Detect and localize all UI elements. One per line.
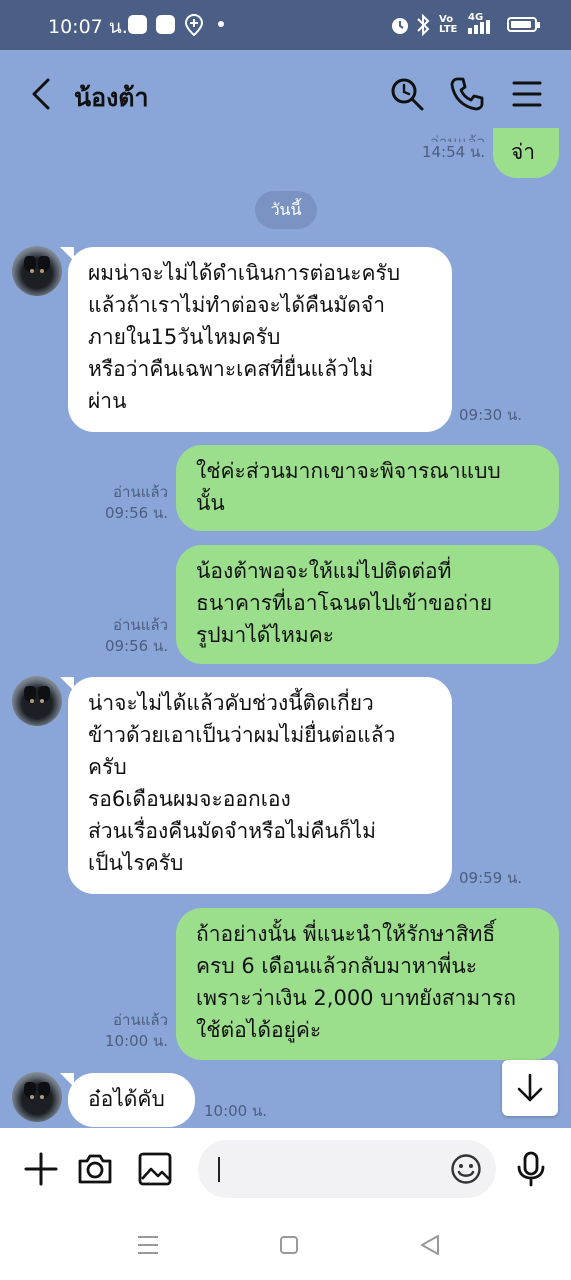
phone-icon[interactable]	[449, 76, 485, 112]
message-text: ใช้ต่อได้อยู่ค่ะ	[196, 1018, 322, 1042]
message-text: นั้น	[196, 491, 225, 515]
message-meta: อ่านแล้ว 09:56 น.	[105, 615, 168, 657]
back-icon[interactable]	[28, 77, 54, 111]
app-icon-1	[128, 15, 147, 34]
avatar[interactable]	[12, 1072, 62, 1122]
bluetooth-icon	[417, 13, 430, 37]
message-bubble-outgoing[interactable]: น้องต้าพอจะให้แม่ไปติดต่อที่ ธนาคารที่เอ…	[176, 545, 559, 664]
plus-icon[interactable]	[22, 1150, 60, 1188]
avatar[interactable]	[12, 676, 62, 726]
image-icon[interactable]	[136, 1150, 174, 1188]
message-meta: อ่านแล้ว 09:56 น.	[105, 482, 168, 524]
chat-area[interactable]: อ่านแล้ว 14:54 น. จ่า วันนี้ ผมน่าจะไม่ไ…	[0, 128, 571, 1128]
message-time: 09:56 น.	[104, 504, 168, 522]
location-icon	[185, 14, 203, 36]
notification-dot	[218, 21, 224, 27]
menu-icon[interactable]	[509, 76, 545, 112]
message-text: ธนาคารที่เอาโฉนดไปเข้าขอถ่าย	[196, 591, 493, 615]
nav-back-icon[interactable]	[419, 1234, 441, 1256]
message-time: 14:54 น.	[421, 143, 485, 161]
battery-icon	[507, 17, 540, 32]
message-bubble-outgoing[interactable]: ถ้าอย่างนั้น พี่แนะนำให้รักษาสิทธิ์ ครบ …	[176, 908, 559, 1060]
message-text: เพราะว่าเงิน 2,000 บาทยังสามารถ	[196, 986, 516, 1010]
arrow-down-icon	[517, 1073, 543, 1102]
message-text: เป็นไรครับ	[88, 851, 184, 875]
avatar[interactable]	[12, 246, 62, 296]
read-receipt: อ่านแล้ว	[113, 1011, 168, 1029]
message-bubble-incoming[interactable]: น่าจะไม่ได้แล้วคับช่วงนี้ติดเกี่ยว ข้าวด…	[60, 677, 452, 894]
read-receipt: อ่านแล้ว	[113, 483, 168, 501]
alarm-icon	[392, 18, 408, 34]
message-text: ผมน่าจะไม่ได้ดำเนินการต่อนะครับ	[88, 261, 401, 285]
message-text: ครับ	[88, 755, 127, 779]
message-text: รอ6เดือนผมจะออกเอง	[88, 787, 291, 811]
message-time: 09:56 น.	[104, 637, 168, 655]
message-time: 10:00 น.	[204, 1102, 268, 1120]
message-text: หรือว่าคืนเฉพาะเคสที่ยื่นแล้วไม่	[88, 357, 374, 381]
chat-title[interactable]: น้องต้า	[74, 78, 149, 118]
message-text: แล้วถ้าเราไม่ทำต่อจะได้คืนมัดจำ	[88, 293, 386, 317]
message-time: 09:30 น.	[459, 406, 523, 424]
message-text: ถ้าอย่างนั้น พี่แนะนำให้รักษาสิทธิ์	[196, 922, 496, 946]
message-text: น่าจะไม่ได้แล้วคับช่วงนี้ติดเกี่ยว	[88, 691, 374, 715]
message-meta: อ่านแล้ว 10:00 น.	[105, 1010, 168, 1052]
microphone-icon[interactable]	[512, 1150, 550, 1188]
message-text: ผ่าน	[88, 389, 127, 413]
message-text: จ่า	[511, 140, 536, 164]
text-caret	[218, 1157, 220, 1182]
app-icon-2	[156, 15, 175, 34]
message-time: 09:59 น.	[459, 869, 523, 887]
date-divider: วันนี้	[255, 191, 317, 229]
recent-apps-icon[interactable]	[137, 1235, 159, 1255]
search-icon[interactable]	[389, 76, 425, 112]
message-bubble-incoming[interactable]: อ๋อได้คับ	[60, 1073, 195, 1127]
chat-header: น้องต้า	[0, 50, 571, 138]
message-bubble-outgoing[interactable]: จ่า	[493, 128, 559, 178]
home-icon[interactable]	[279, 1235, 299, 1255]
message-time: 10:00 น.	[104, 1032, 168, 1050]
signal-icon	[468, 20, 490, 34]
emoji-icon[interactable]	[450, 1153, 482, 1185]
message-bubble-incoming[interactable]: ผมน่าจะไม่ได้ดำเนินการต่อนะครับ แล้วถ้าเ…	[60, 247, 452, 432]
message-composer	[0, 1128, 571, 1210]
volte-icon: Vo LTE	[439, 14, 458, 35]
system-nav-bar	[0, 1210, 571, 1280]
read-receipt: อ่านแล้ว	[430, 133, 485, 142]
message-input[interactable]	[198, 1140, 496, 1198]
message-bubble-outgoing[interactable]: ใช่ค่ะส่วนมากเขาจะพิจารณาแบบ นั้น	[176, 445, 559, 531]
read-receipt: อ่านแล้ว	[113, 616, 168, 634]
message-text: ภายใน15วันไหมครับ	[88, 325, 281, 349]
message-text: ข้าวด้วยเอาเป็นว่าผมไม่ยื่นต่อแล้ว	[88, 723, 396, 747]
message-text: ใช่ค่ะส่วนมากเขาจะพิจารณาแบบ	[196, 459, 501, 483]
status-bar: 10:07 น. Vo LTE 4G	[0, 0, 571, 50]
message-text: น้องต้าพอจะให้แม่ไปติดต่อที่	[196, 559, 452, 583]
camera-icon[interactable]	[76, 1150, 114, 1188]
scroll-to-bottom-button[interactable]	[502, 1060, 558, 1116]
message-text: อ๋อได้คับ	[88, 1087, 165, 1111]
status-time: 10:07 น.	[48, 16, 128, 38]
message-meta: อ่านแล้ว 14:54 น.	[422, 132, 485, 163]
message-text: ครบ 6 เดือนแล้วกลับมาหาพี่นะ	[196, 954, 478, 978]
message-text: รูปมาได้ไหมคะ	[196, 623, 335, 647]
message-text: ส่วนเรื่องคืนมัดจำหรือไม่คืนก็ไม่	[88, 819, 376, 843]
